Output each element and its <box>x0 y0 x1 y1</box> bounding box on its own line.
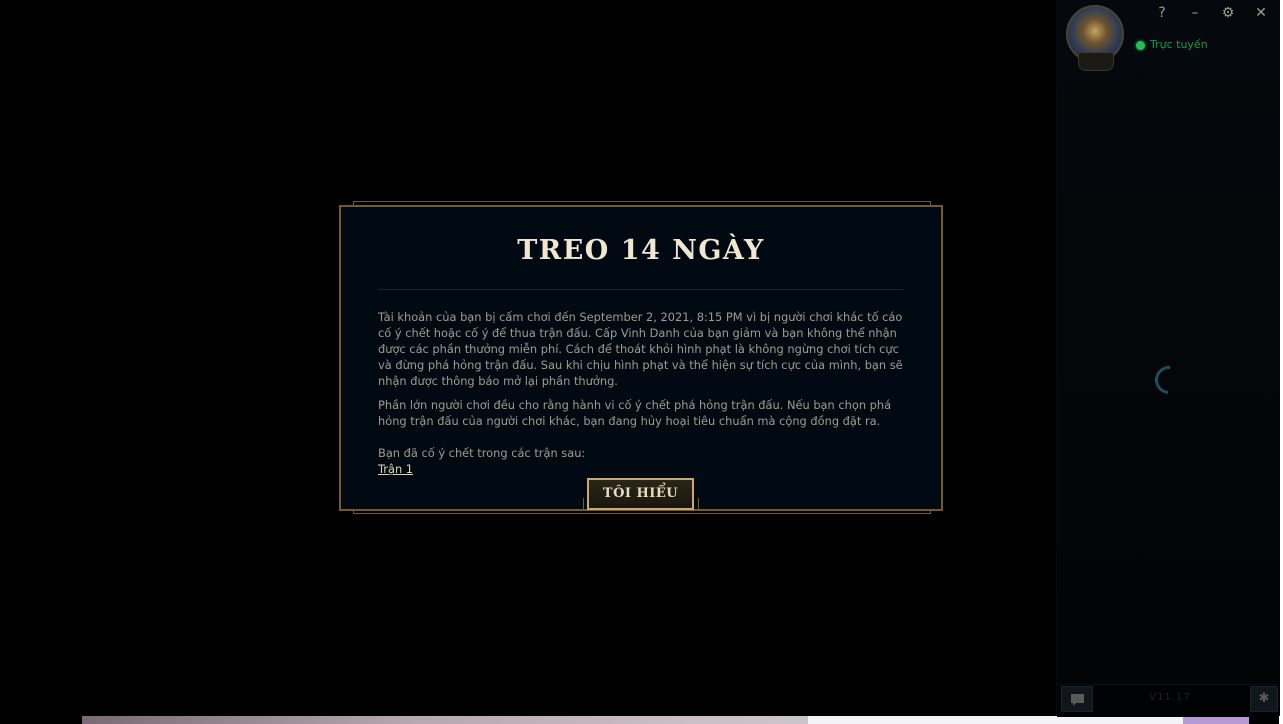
settings-gear-icon[interactable]: ⚙ <box>1218 3 1238 23</box>
modal-body: Tài khoản của bạn bị cấm chơi đến Septem… <box>378 309 906 477</box>
online-status-icon <box>1136 41 1145 50</box>
background-strip-purple <box>1183 716 1249 724</box>
matches-intro: Bạn đã cố ý chết trong các trận sau: <box>378 446 586 460</box>
client-version: V11.17 <box>1149 692 1191 703</box>
help-button[interactable]: ? <box>1152 3 1172 23</box>
penalty-description: Tài khoản của bạn bị cấm chơi đến Septem… <box>378 310 903 388</box>
modal-divider <box>378 289 903 290</box>
acknowledge-button[interactable]: TÔI HIỂU <box>587 478 694 510</box>
report-bug-button[interactable]: ✱ <box>1250 686 1278 712</box>
modal-title: TREO 14 NGÀY <box>517 235 765 266</box>
close-button[interactable]: ✕ <box>1251 3 1271 23</box>
bug-icon: ✱ <box>1258 691 1270 706</box>
penalty-explanation: Phần lớn người chơi đều cho rằng hành vi… <box>378 398 892 428</box>
chat-bubble-tail <box>1073 702 1077 706</box>
social-sidebar <box>1056 0 1280 716</box>
match-link[interactable]: Trận 1 <box>378 462 413 476</box>
status-label[interactable]: Trực tuyến <box>1150 38 1208 51</box>
profile-level-frame <box>1078 52 1114 71</box>
background-strip-light <box>808 716 1183 724</box>
modal-bottom-frame <box>353 510 931 514</box>
chat-button[interactable] <box>1061 686 1093 712</box>
button-frame-right <box>694 498 699 510</box>
minimize-button[interactable]: – <box>1185 3 1205 23</box>
